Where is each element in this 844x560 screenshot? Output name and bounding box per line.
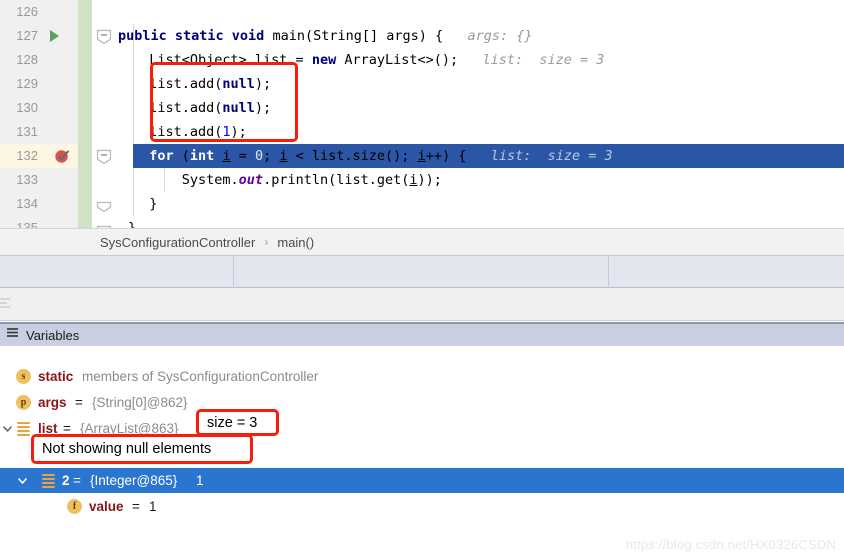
variable-row-index-2[interactable]: 2 = {Integer@865} 1 (0, 468, 844, 493)
code-line-130[interactable]: 130 list.add(null); (0, 96, 844, 120)
fold-collapse-icon[interactable] (96, 29, 112, 49)
variable-value: 1 (149, 494, 157, 519)
line-number: 134 (0, 192, 38, 216)
code-line-133[interactable]: 133 System.out.println(list.get(i)); (0, 168, 844, 192)
line-number: 129 (0, 72, 38, 96)
breadcrumb-method[interactable]: main() (277, 235, 314, 250)
debug-toolbar[interactable] (0, 288, 844, 321)
code-line-126[interactable]: 126 (0, 0, 844, 24)
code-editor[interactable]: 126 127 public static void main(String[]… (0, 0, 844, 228)
variables-panel-icon (6, 327, 19, 343)
line-number: 131 (0, 120, 38, 144)
code-text-133: System.out.println(list.get(i)); (133, 168, 442, 192)
fold-collapse-icon[interactable] (96, 221, 112, 228)
line-number: 133 (0, 168, 38, 192)
variable-name: 2 (62, 468, 70, 493)
code-lines: 126 127 public static void main(String[]… (0, 0, 844, 228)
variables-panel-header[interactable]: Variables (0, 322, 844, 346)
variable-name: args (38, 390, 67, 415)
tab-cell-threads[interactable] (234, 256, 609, 288)
fold-collapse-icon[interactable] (96, 197, 112, 217)
annotation-label-size: size = 3 (196, 409, 279, 436)
tab-cell-frames[interactable] (0, 256, 234, 288)
line-number: 126 (0, 0, 38, 24)
code-line-127[interactable]: 127 public static void main(String[] arg… (0, 24, 844, 48)
code-text-135: } (128, 216, 136, 228)
line-number: 127 (0, 24, 38, 48)
watermark: https://blog.csdn.net/HX0326CSDN (626, 537, 836, 552)
code-line-128[interactable]: 128 List<Object> list = new ArrayList<>(… (0, 48, 844, 72)
chevron-down-icon[interactable] (2, 423, 14, 435)
collection-icon (42, 474, 55, 487)
ide-debug-screenshot: 126 127 public static void main(String[]… (0, 0, 844, 560)
code-text-132: for (int i = 0; i < list.size(); i++) { … (133, 144, 613, 168)
fold-collapse-icon[interactable] (96, 149, 112, 169)
line-number: 128 (0, 48, 38, 72)
breadcrumb-class[interactable]: SysConfigurationController (100, 235, 255, 250)
code-line-135[interactable]: 135 } (0, 216, 844, 228)
collection-icon (17, 422, 30, 435)
annotation-label-null-elements: Not showing null elements (31, 434, 253, 464)
variable-name: static (38, 364, 73, 389)
code-text-131: list.add(1); (133, 120, 247, 144)
line-number: 135 (0, 216, 38, 228)
variable-row-value[interactable]: f value = 1 (0, 494, 844, 519)
variable-equals: = (73, 468, 81, 493)
variable-extra: 1 (196, 468, 204, 493)
code-text-130: list.add(null); (133, 96, 271, 120)
code-line-131[interactable]: 131 list.add(1); (0, 120, 844, 144)
code-text-129: list.add(null); (133, 72, 271, 96)
variable-equals: = (75, 390, 83, 415)
exec-line-indent-gap (118, 144, 133, 168)
variable-name: value (89, 494, 124, 519)
tab-cell-console[interactable] (609, 256, 844, 288)
field-badge-icon: f (67, 499, 82, 514)
variable-row-args[interactable]: p args = {String[0]@862} (0, 390, 844, 415)
parameter-badge-icon: p (16, 395, 31, 410)
code-line-132[interactable]: 132 for (int i = 0; i < list.size(); i++… (0, 144, 844, 168)
variable-detail: members of SysConfigurationController (82, 364, 318, 389)
run-gutter-icon[interactable] (47, 29, 61, 47)
code-line-129[interactable]: 129 list.add(null); (0, 72, 844, 96)
variable-row-static[interactable]: s static members of SysConfigurationCont… (0, 364, 844, 389)
line-number: 130 (0, 96, 38, 120)
breadcrumb-separator-icon: › (264, 235, 268, 249)
code-line-134[interactable]: 134 } (0, 192, 844, 216)
variable-value: {String[0]@862} (92, 390, 188, 415)
static-badge-icon: s (16, 369, 31, 384)
breakpoint-verified-icon[interactable] (54, 148, 72, 168)
variable-equals: = (132, 494, 140, 519)
variables-panel-title: Variables (26, 328, 79, 343)
code-text-134: } (133, 192, 157, 216)
list-lines-icon[interactable] (0, 296, 15, 317)
code-text-128: List<Object> list = new ArrayList<>(); l… (133, 48, 604, 72)
chevron-down-icon[interactable] (17, 475, 29, 487)
code-text-127: public static void main(String[] args) {… (118, 24, 533, 48)
line-number: 132 (0, 144, 38, 168)
variable-value: {Integer@865} (90, 468, 177, 493)
debug-tab-strip[interactable] (0, 256, 844, 288)
breadcrumb[interactable]: SysConfigurationController › main() (0, 228, 844, 256)
